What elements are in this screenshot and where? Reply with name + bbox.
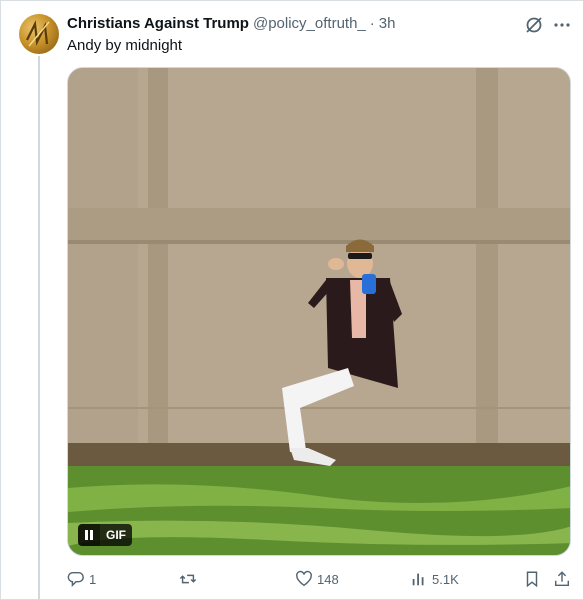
gif-badge[interactable]: GIF [78,524,132,546]
grok-icon[interactable] [524,15,544,35]
tweet-text: Andy by midnight [67,37,183,54]
reply-icon [67,571,84,588]
like-icon [296,570,312,587]
tweet-header: Christians Against Trump @policy_oftruth… [67,15,503,35]
user-handle[interactable]: @policy_oftruth_ [253,15,366,32]
action-bar: 1 148 5.1K [67,566,577,592]
views-button[interactable]: 5.1K [410,566,459,592]
share-icon [554,571,570,587]
reply-count: 1 [89,571,97,587]
bookmark-icon [526,571,538,588]
repost-button[interactable] [179,566,201,592]
views-icon [412,573,424,586]
bookmark-button[interactable] [523,566,541,592]
like-button[interactable]: 148 [295,566,339,592]
gif-media[interactable] [67,67,571,556]
pause-icon[interactable] [78,524,100,546]
share-button[interactable] [553,566,571,592]
gif-label: GIF [100,524,132,546]
separator-dot: · [369,15,375,32]
like-count: 148 [317,571,339,587]
avatar[interactable] [19,14,59,54]
timestamp[interactable]: 3h [379,15,396,32]
display-name[interactable]: Christians Against Trump [67,15,249,32]
reply-button[interactable]: 1 [67,566,96,592]
thread-line [38,56,40,600]
repost-icon [179,574,197,584]
more-icon[interactable] [552,15,572,35]
gif-frame-image [68,68,570,555]
views-count: 5.1K [432,571,459,587]
